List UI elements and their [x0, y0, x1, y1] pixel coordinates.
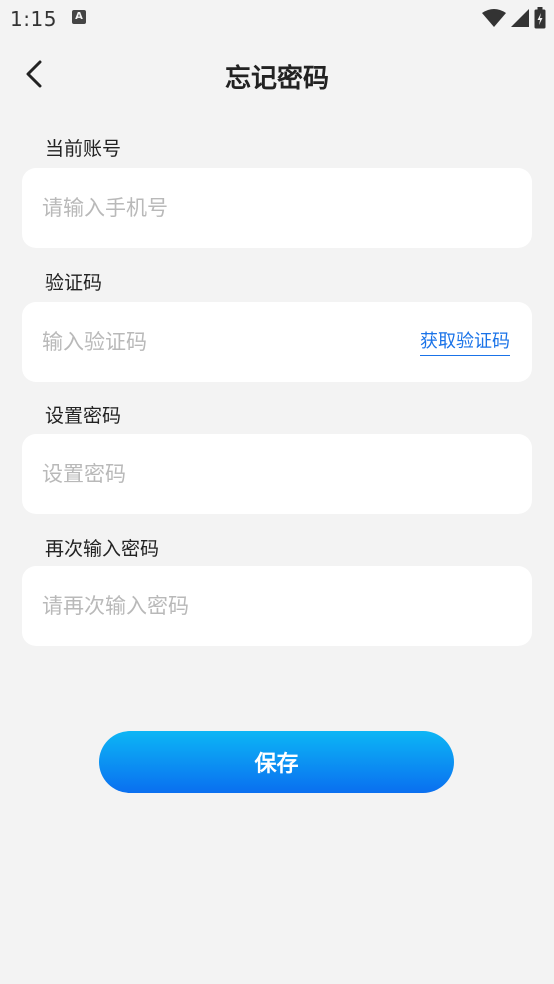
password-input[interactable] — [42, 434, 512, 514]
status-bar: 1:15 A — [0, 0, 554, 38]
account-field — [22, 168, 532, 248]
code-field: 获取验证码 — [22, 302, 532, 382]
a-icon: A — [72, 10, 86, 24]
account-label: 当前账号 — [45, 138, 122, 160]
confirm-password-input[interactable] — [42, 566, 512, 646]
status-time: 1:15 — [10, 7, 57, 31]
confirm-password-field — [22, 566, 532, 646]
code-input[interactable] — [42, 302, 382, 382]
password-field — [22, 434, 532, 514]
password-label: 设置密码 — [45, 405, 122, 427]
status-icons — [482, 7, 546, 29]
get-code-button[interactable]: 获取验证码 — [420, 327, 510, 356]
code-label: 验证码 — [45, 272, 103, 294]
battery-icon — [534, 7, 546, 29]
save-button[interactable]: 保存 — [99, 731, 454, 793]
page-title: 忘记密码 — [224, 64, 329, 94]
confirm-password-label: 再次输入密码 — [45, 538, 160, 560]
wifi-icon — [482, 9, 506, 27]
signal-icon — [511, 9, 529, 27]
header: 忘记密码 — [0, 46, 554, 102]
phone-input[interactable] — [42, 168, 512, 248]
